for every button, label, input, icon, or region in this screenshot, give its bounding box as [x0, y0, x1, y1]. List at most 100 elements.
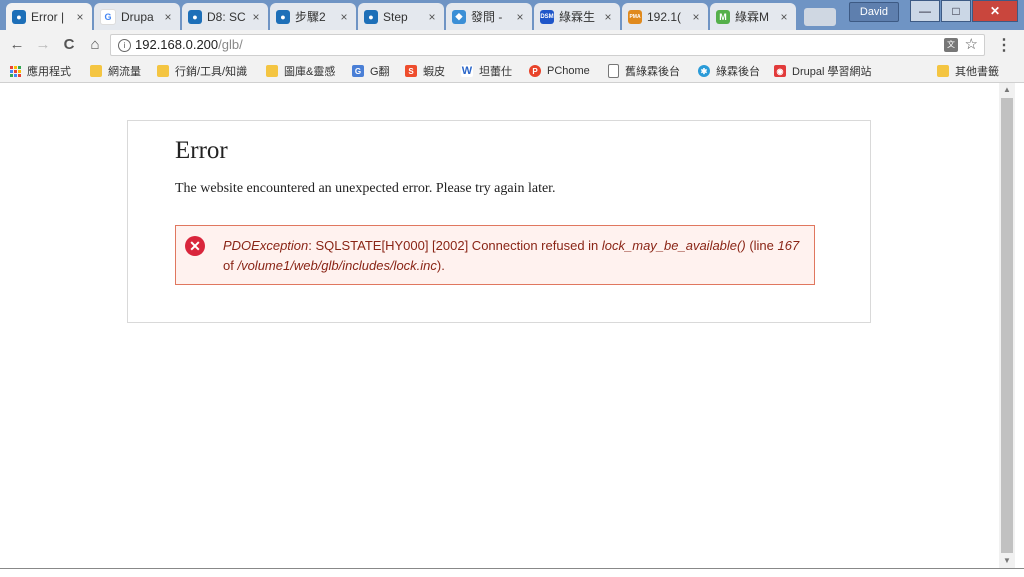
bookmark-google-translate[interactable]: G G翻 [352, 62, 390, 80]
bookmark-label: 舊綠霖後台 [625, 66, 680, 78]
error-details-box: ✕ PDOException: SQLSTATE[HY000] [2002] C… [175, 225, 815, 285]
window-controls: David — □ ✕ [848, 0, 1018, 22]
tab-close-icon[interactable]: × [338, 10, 350, 24]
bookmark-label: 網流量 [108, 66, 141, 78]
bookmark-old-admin[interactable]: 舊綠霖後台 [608, 62, 680, 80]
folder-icon [266, 65, 278, 77]
apps-icon [10, 65, 21, 77]
tab-title: Error | [31, 9, 65, 24]
bookmark-label: 綠霖後台 [716, 66, 760, 78]
tab-close-icon[interactable]: × [778, 10, 790, 24]
tab-close-icon[interactable]: × [514, 10, 526, 24]
reload-icon[interactable]: C [60, 36, 78, 54]
tab-title: 綠霖M [735, 10, 769, 24]
tab-close-icon[interactable]: × [162, 10, 174, 24]
tab-title: 綠霖生 [559, 10, 596, 24]
bookmark-label: PChome [547, 65, 590, 77]
maximize-button[interactable]: □ [941, 0, 971, 22]
gear-icon: ✱ [698, 65, 710, 77]
bookmark-label: 行銷/工具/知識 [175, 66, 248, 78]
tab-close-icon[interactable]: × [690, 10, 702, 24]
bookmark-label: 應用程式 [27, 66, 71, 78]
folder-icon [157, 65, 169, 77]
google-icon: G [100, 8, 116, 25]
home-icon[interactable]: ⌂ [86, 36, 104, 54]
tab-title: Drupa [121, 9, 154, 24]
tab-step2[interactable]: ● 步驟2 × [270, 3, 356, 30]
bookmark-w[interactable]: W 坦蕾仕 [461, 62, 512, 80]
tab-title: 192.1( [647, 9, 682, 24]
bookmark-label: Drupal 學習網站 [792, 66, 872, 78]
bookmark-folder[interactable]: 網流量 [90, 62, 141, 80]
error-function: lock_may_be_available() [601, 238, 746, 253]
bookmark-drupal-learning[interactable]: ◉ Drupal 學習網站 [774, 62, 871, 80]
w-icon: W [461, 65, 473, 77]
scroll-down-icon[interactable]: ▼ [999, 554, 1015, 568]
m-icon: M [716, 9, 730, 24]
tab-close-icon[interactable]: × [74, 10, 86, 24]
browser-toolbar: ← → C ⌂ i 192.168.0.200/glb/ 文 ☆ ⋮ [0, 30, 1024, 60]
drupal-icon: ● [188, 9, 202, 24]
error-icon: ✕ [185, 236, 205, 256]
browser-menu-icon[interactable]: ⋮ [996, 35, 1012, 55]
tab-close-icon[interactable]: × [250, 10, 262, 24]
bookmark-label: 坦蕾仕 [479, 66, 512, 78]
tab-drupal-google[interactable]: G Drupa × [94, 3, 180, 30]
close-window-button[interactable]: ✕ [972, 0, 1018, 22]
bookmark-apps[interactable]: 應用程式 [10, 62, 71, 80]
dsm-icon: DSM [540, 9, 554, 24]
bookmark-admin[interactable]: ✱ 綠霖後台 [698, 62, 760, 80]
drupal-icon: ● [364, 9, 378, 24]
tab-step[interactable]: ● Step × [358, 3, 444, 30]
tab-pma[interactable]: PMA 192.1( × [622, 3, 708, 30]
error-text-part: (line [745, 238, 778, 253]
tab-title: Step [383, 9, 408, 24]
bookmark-other[interactable]: 其他書籤 [937, 62, 999, 80]
tab-close-icon[interactable]: × [602, 10, 614, 24]
drupal-icon: ● [276, 9, 290, 24]
bookmarks-bar: 應用程式 網流量 行銷/工具/知識 圖庫&靈感 G G翻 S 蝦皮 W 坦蕾仕 … [0, 60, 1024, 83]
site-info-icon[interactable]: i [118, 39, 131, 52]
minimize-button[interactable]: — [910, 0, 940, 22]
bookmark-folder[interactable]: 行銷/工具/知識 [157, 62, 247, 80]
folder-icon [90, 65, 102, 77]
vertical-scrollbar[interactable]: ▲ ▼ [999, 83, 1015, 568]
tab-forum[interactable]: ◆ 發問 - × [446, 3, 532, 30]
translate-icon[interactable]: 文 [944, 38, 958, 52]
scrollbar-thumb[interactable] [1001, 98, 1013, 553]
url-text: 192.168.0.200/glb/ [135, 35, 243, 55]
tab-close-icon[interactable]: × [426, 10, 438, 24]
profile-button[interactable]: David [848, 2, 899, 22]
error-message: The website encountered an unexpected er… [175, 181, 556, 196]
address-bar[interactable]: i 192.168.0.200/glb/ 文 ☆ [110, 34, 985, 56]
drupal-icon: ● [12, 9, 26, 24]
bookmark-pchome[interactable]: P PChome [529, 62, 590, 80]
new-tab-button[interactable] [804, 8, 836, 26]
bookmark-label: G翻 [370, 66, 390, 78]
tab-dsm[interactable]: DSM 綠霖生 × [534, 3, 620, 30]
bookmark-label: 其他書籤 [955, 66, 999, 78]
error-card: Error The website encountered an unexpec… [127, 120, 871, 323]
error-text-part: : SQLSTATE[HY000] [2002] Connection refu… [308, 238, 602, 253]
url-path: /glb/ [218, 37, 243, 52]
forward-arrow-icon[interactable]: → [34, 36, 52, 54]
page-icon [608, 64, 619, 78]
bookmark-shopee[interactable]: S 蝦皮 [405, 62, 445, 80]
back-arrow-icon[interactable]: ← [8, 36, 26, 54]
error-file: /volume1/web/glb/includes/lock.inc [237, 258, 437, 273]
bookmark-star-icon[interactable]: ☆ [965, 35, 978, 55]
error-text-part: ). [436, 258, 445, 273]
translate-icon: G [352, 65, 364, 77]
pma-icon: PMA [628, 9, 642, 24]
page-title: Error [175, 137, 228, 164]
tab-d8[interactable]: ● D8: SC × [182, 3, 268, 30]
exception-name: PDOException [223, 238, 309, 253]
bookmark-folder[interactable]: 圖庫&靈感 [266, 62, 335, 80]
tab-title: 步驟2 [295, 10, 326, 24]
scroll-up-icon[interactable]: ▲ [999, 83, 1015, 97]
error-text-part: of [223, 258, 238, 273]
tab-m[interactable]: M 綠霖M × [710, 3, 796, 30]
url-host: 192.168.0.200 [135, 37, 219, 52]
folder-icon [937, 65, 949, 77]
tab-error[interactable]: ● Error | × [6, 3, 92, 30]
